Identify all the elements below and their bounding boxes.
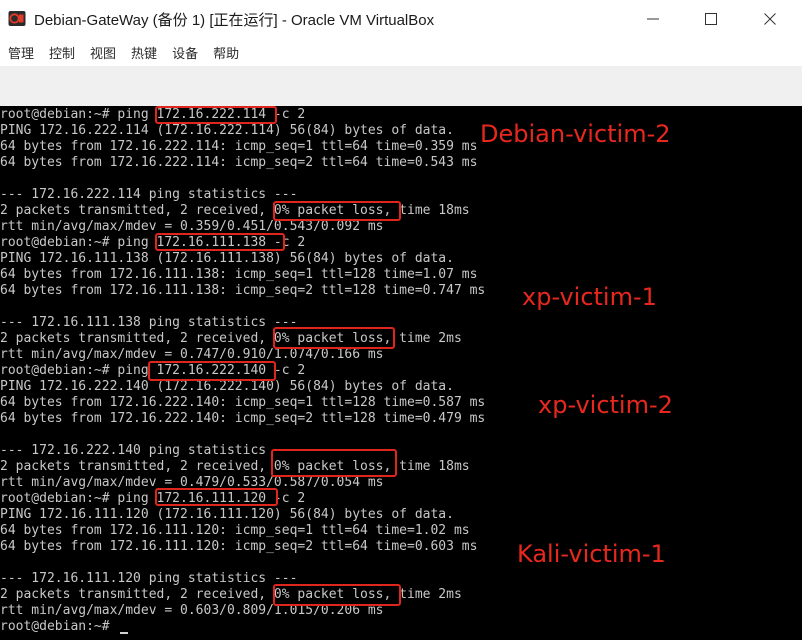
terminal-line: 64 bytes from 172.16.222.140: icmp_seq=1… — [0, 395, 486, 410]
menu-hotkeys[interactable]: 热键 — [131, 43, 157, 62]
terminal-line: 2 packets transmitted, 2 received, 0% pa… — [0, 459, 470, 474]
annotation-debian-victim-2: Debian-victim-2 — [480, 120, 671, 148]
terminal-line: PING 172.16.222.114 (172.16.222.114) 56(… — [0, 123, 454, 138]
virtualbox-window: Debian-GateWay (备份 1) [正在运行] - Oracle VM… — [0, 0, 802, 640]
terminal-line: 2 packets transmitted, 2 received, 0% pa… — [0, 203, 470, 218]
terminal-output: root@debian:~# ping 172.16.222.114 -c 2 … — [0, 107, 485, 635]
terminal-line: --- 172.16.222.140 ping statistics --- — [0, 443, 298, 458]
terminal-line: PING 172.16.222.140 (172.16.222.140) 56(… — [0, 379, 454, 394]
annotation-xp-victim-2: xp-victim-2 — [538, 391, 673, 419]
terminal-line: 64 bytes from 172.16.222.140: icmp_seq=2… — [0, 411, 486, 426]
menu-control[interactable]: 控制 — [49, 43, 75, 62]
close-icon — [764, 13, 776, 25]
terminal-line: rtt min/avg/max/mdev = 0.359/0.451/0.543… — [0, 219, 384, 234]
terminal-line: root@debian:~# ping 172.16.111.138 -c 2 — [0, 235, 306, 250]
title-bar[interactable]: Debian-GateWay (备份 1) [正在运行] - Oracle VM… — [0, 0, 802, 38]
close-button[interactable] — [747, 0, 793, 38]
menu-help[interactable]: 帮助 — [213, 43, 239, 62]
maximize-button[interactable] — [688, 0, 734, 38]
menu-view[interactable]: 视图 — [90, 43, 116, 62]
menu-manage[interactable]: 管理 — [8, 43, 34, 62]
toolbar-area — [0, 66, 802, 106]
terminal-cursor — [120, 632, 128, 634]
terminal-prompt-line: root@debian:~# — [0, 619, 118, 634]
terminal-line: 2 packets transmitted, 2 received, 0% pa… — [0, 331, 462, 346]
terminal-line: --- 172.16.222.114 ping statistics --- — [0, 187, 298, 202]
terminal-line: --- 172.16.111.138 ping statistics --- — [0, 315, 298, 330]
virtualbox-app-icon — [8, 11, 26, 26]
terminal-line: root@debian:~# ping 172.16.222.114 -c 2 — [0, 107, 306, 122]
maximize-icon — [705, 13, 717, 25]
minimize-button[interactable] — [630, 0, 676, 38]
terminal-line: 2 packets transmitted, 2 received, 0% pa… — [0, 587, 462, 602]
terminal-line: 64 bytes from 172.16.222.114: icmp_seq=1… — [0, 139, 478, 154]
annotation-kali-victim-1: Kali-victim-1 — [517, 540, 666, 568]
menu-bar: 管理 控制 视图 热键 设备 帮助 — [0, 38, 802, 66]
terminal-line: --- 172.16.111.120 ping statistics --- — [0, 571, 298, 586]
annotation-xp-victim-1: xp-victim-1 — [522, 283, 657, 311]
terminal-line: root@debian:~# ping 172.16.222.140 -c 2 — [0, 363, 306, 378]
terminal-line: 64 bytes from 172.16.111.120: icmp_seq=1… — [0, 523, 470, 538]
terminal-line: rtt min/avg/max/mdev = 0.747/0.910/1.074… — [0, 347, 384, 362]
terminal-line: PING 172.16.111.138 (172.16.111.138) 56(… — [0, 251, 454, 266]
menu-devices[interactable]: 设备 — [172, 43, 198, 62]
terminal-line: 64 bytes from 172.16.111.120: icmp_seq=2… — [0, 539, 478, 554]
minimize-icon — [647, 18, 659, 20]
vm-console[interactable]: root@debian:~# ping 172.16.222.114 -c 2 … — [0, 106, 802, 640]
terminal-line: root@debian:~# ping 172.16.111.120 -c 2 — [0, 491, 306, 506]
terminal-line: 64 bytes from 172.16.111.138: icmp_seq=1… — [0, 267, 478, 282]
window-title: Debian-GateWay (备份 1) [正在运行] - Oracle VM… — [34, 12, 435, 29]
terminal-line: rtt min/avg/max/mdev = 0.479/0.533/0.587… — [0, 475, 384, 490]
terminal-line: 64 bytes from 172.16.222.114: icmp_seq=2… — [0, 155, 478, 170]
terminal-line: PING 172.16.111.120 (172.16.111.120) 56(… — [0, 507, 454, 522]
terminal-line: 64 bytes from 172.16.111.138: icmp_seq=2… — [0, 283, 486, 298]
terminal-line: rtt min/avg/max/mdev = 0.603/0.809/1.015… — [0, 603, 384, 618]
